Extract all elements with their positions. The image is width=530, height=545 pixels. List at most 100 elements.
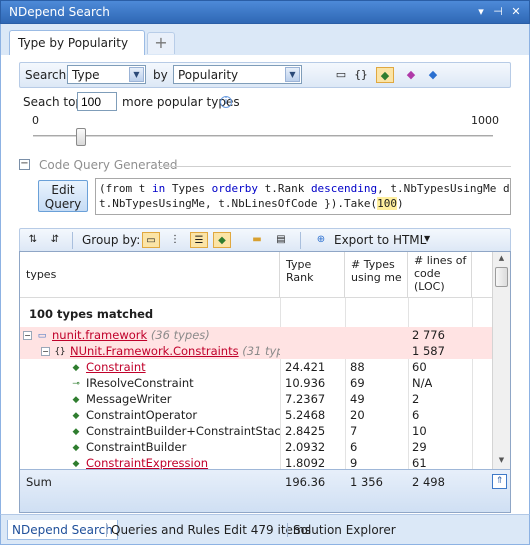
tab-strip: Type by Popularity + xyxy=(0,24,530,55)
type-icon: ◆ xyxy=(72,442,80,453)
namespace-note: (31 types, xyxy=(242,344,280,358)
tab-ndepend-search[interactable]: NDepend Search xyxy=(7,520,118,540)
table-row[interactable]: ◆ ConstraintBuilder+ConstraintStack 2.8425… xyxy=(20,423,492,439)
type-name[interactable]: ConstraintBuilder+ConstraintStack xyxy=(86,424,280,438)
document-icon[interactable]: ▤ xyxy=(272,232,290,248)
table-row[interactable]: ◆ Constraint 24.421 88 60 xyxy=(20,359,492,375)
edit-query-button[interactable]: Edit Query xyxy=(38,180,88,212)
namespace-cell: −{} NUnit.Framework.Constraints (31 types… xyxy=(38,343,280,359)
collapse-up-icon[interactable]: ⇑ xyxy=(492,474,507,489)
info-icon[interactable]: i xyxy=(220,96,232,108)
tab-type-by-popularity[interactable]: Type by Popularity xyxy=(9,30,145,55)
type-loc: 10 xyxy=(412,424,427,438)
namespace-icon[interactable]: {} xyxy=(352,67,370,83)
column-header-rank[interactable]: Type Rank xyxy=(280,252,345,298)
close-icon[interactable]: ✕ xyxy=(509,5,523,19)
assembly-icon[interactable]: ▭ xyxy=(332,67,350,83)
pin-icon[interactable]: ⊣ xyxy=(491,5,505,19)
collapse-icon[interactable]: − xyxy=(41,347,50,356)
type-name[interactable]: ConstraintExpression xyxy=(86,456,208,470)
group-assembly-icon[interactable]: ▭ xyxy=(142,232,160,248)
group-type-icon[interactable]: ☰ xyxy=(190,232,208,248)
grid-header: types Type Rank # Types using me # lines… xyxy=(20,252,492,298)
type-cell: ◆ MessageWriter xyxy=(66,391,280,407)
scroll-down-icon[interactable]: ▼ xyxy=(495,456,508,464)
window-title: NDepend Search xyxy=(9,5,110,19)
code-query-textbox[interactable]: (from t in Types orderby t.Rank descendi… xyxy=(95,178,511,215)
type-loc: 60 xyxy=(412,360,427,374)
slider-thumb[interactable] xyxy=(76,128,86,146)
assembly-row[interactable]: − ▭ nunit.framework (36 types) 2 776 xyxy=(20,327,492,343)
expand-all-icon[interactable]: ⇅ xyxy=(24,232,42,248)
namespace-row[interactable]: −{} NUnit.Framework.Constraints (31 types… xyxy=(20,343,492,359)
separator xyxy=(287,523,288,537)
namespace-name[interactable]: NUnit.Framework.Constraints xyxy=(70,344,239,358)
matched-row: 100 types matched xyxy=(20,306,492,322)
code-line-2: t.NbTypesUsingMe, t.NbLinesOfCode }).Tak… xyxy=(99,197,404,210)
type-name[interactable]: ConstraintOperator xyxy=(86,408,197,422)
results-grid: types Type Rank # Types using me # lines… xyxy=(19,251,511,513)
slider-max-label: 1000 xyxy=(471,114,499,127)
type-loc: 29 xyxy=(412,440,427,454)
type-cell: ◆ Constraint xyxy=(66,359,280,375)
column-header-types[interactable]: types xyxy=(20,252,280,298)
window-titlebar: NDepend Search ▾ ⊣ ✕ xyxy=(0,0,530,24)
type-using: 49 xyxy=(350,392,365,406)
code-line-1: (from t in Types orderby t.Rank descendi… xyxy=(99,182,510,195)
type-name[interactable]: ConstraintBuilder xyxy=(86,440,186,454)
method-icon[interactable]: ◆ xyxy=(402,67,420,83)
chevron-down-icon[interactable]: ▼ xyxy=(424,234,430,243)
column-header-using[interactable]: # Types using me xyxy=(345,252,408,298)
search-by-select[interactable]: Popularity ▼ xyxy=(173,65,302,84)
dropdown-icon[interactable]: ▾ xyxy=(474,5,488,19)
chevron-down-icon[interactable]: ▼ xyxy=(129,67,144,82)
group-member-icon[interactable]: ◆ xyxy=(213,232,231,248)
type-using: 6 xyxy=(350,440,358,454)
divider xyxy=(159,166,511,167)
search-top-input[interactable] xyxy=(77,92,117,111)
type-cell: ◆ ConstraintOperator xyxy=(66,407,280,423)
assembly-name[interactable]: nunit.framework xyxy=(52,328,147,342)
table-row[interactable]: ◆ ConstraintBuilder 2.0932 6 29 xyxy=(20,439,492,455)
column-header-loc[interactable]: # lines of code (LOC) xyxy=(408,252,472,298)
group-namespace-icon[interactable]: ⋮ xyxy=(166,232,184,248)
namespace-loc: 1 587 xyxy=(412,344,445,358)
scroll-up-icon[interactable]: ▲ xyxy=(495,254,508,262)
type-rank: 24.421 xyxy=(285,360,326,374)
tab-queries-and-rules[interactable]: Queries and Rules Edit 479 items xyxy=(111,520,311,540)
sum-rank: 196.36 xyxy=(285,475,326,489)
type-icon[interactable]: ◆ xyxy=(376,67,394,83)
export-icon[interactable]: ⊕ xyxy=(312,232,330,248)
type-icon: ◆ xyxy=(72,458,80,469)
type-name[interactable]: Constraint xyxy=(86,360,146,374)
field-icon[interactable]: ◆ xyxy=(424,67,442,83)
add-tab-button[interactable]: + xyxy=(147,32,175,54)
type-using: 69 xyxy=(350,376,365,390)
type-name[interactable]: MessageWriter xyxy=(86,392,172,406)
table-row[interactable]: ⊸ IResolveConstraint 10.936 69 N/A xyxy=(20,375,492,391)
assembly-icon: ▭ xyxy=(37,330,47,341)
by-label: by xyxy=(153,68,168,82)
collapse-all-icon[interactable]: ⇵ xyxy=(46,232,64,248)
collapse-icon[interactable]: − xyxy=(23,331,32,340)
search-label: Search xyxy=(25,68,67,82)
type-icon: ◆ xyxy=(72,362,80,373)
table-row[interactable]: ◆ ConstraintOperator 5.2468 20 6 xyxy=(20,407,492,423)
slider-track[interactable] xyxy=(33,135,493,138)
chevron-down-icon[interactable]: ▼ xyxy=(285,67,300,82)
separator xyxy=(106,523,107,537)
type-rank: 2.8425 xyxy=(285,424,326,438)
export-html-button[interactable]: Export to HTML xyxy=(334,233,426,247)
collapse-toggle-icon[interactable]: − xyxy=(19,159,30,170)
type-name[interactable]: IResolveConstraint xyxy=(86,376,194,390)
code-query-label: Code Query Generated xyxy=(39,158,178,172)
type-rank: 10.936 xyxy=(285,376,326,390)
scroll-thumb[interactable] xyxy=(495,267,508,287)
tab-solution-explorer[interactable]: Solution Explorer xyxy=(293,520,396,540)
search-kind-select[interactable]: Type ▼ xyxy=(67,65,146,84)
folder-icon[interactable]: ▬ xyxy=(248,232,266,248)
search-top-label: Seach top xyxy=(23,95,84,109)
type-rank: 5.2468 xyxy=(285,408,326,422)
vertical-scrollbar[interactable]: ▲ ▼ xyxy=(492,252,510,469)
table-row[interactable]: ◆ MessageWriter 7.2367 49 2 xyxy=(20,391,492,407)
